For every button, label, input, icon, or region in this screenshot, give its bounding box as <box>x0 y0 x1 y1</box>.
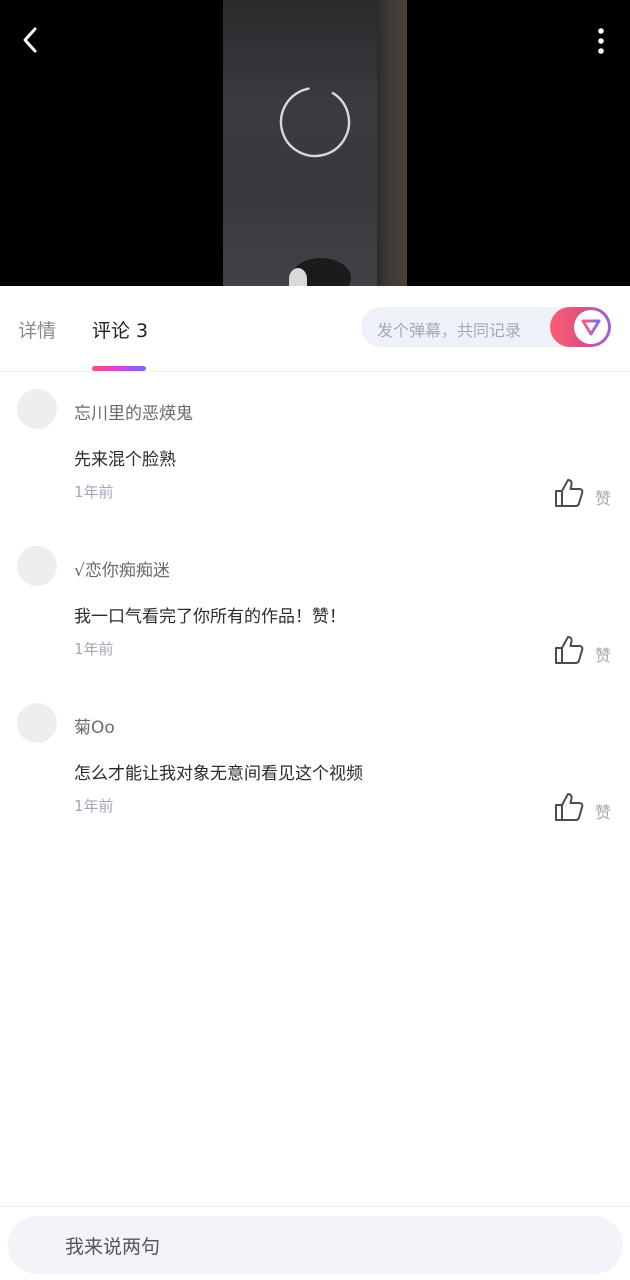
tab-bar: 详情 评论 3 发个弹幕，共同记录 <box>0 286 630 372</box>
comment-input-placeholder: 我来说两句 <box>65 1236 161 1258</box>
tab-detail[interactable]: 详情 <box>18 316 56 343</box>
thumbs-up-icon <box>555 793 584 821</box>
video-frame-edge <box>377 0 407 286</box>
like-label: 赞 <box>595 489 612 508</box>
danmaku-input[interactable]: 发个弹幕，共同记录 <box>361 307 611 347</box>
comment-item: 菊Oo 怎么才能让我对象无意间看见这个视频 1年前 赞 <box>0 703 630 853</box>
chevron-left-icon <box>23 27 37 53</box>
video-frame-highlight <box>289 268 307 286</box>
vertical-dots-icon <box>598 28 604 54</box>
comment-username[interactable]: √恋你痴痴迷 <box>74 556 170 581</box>
like-button[interactable]: 赞 <box>553 789 617 829</box>
danmaku-toggle[interactable] <box>550 307 611 347</box>
comment-time: 1年前 <box>74 797 114 815</box>
comment-username[interactable]: 菊Oo <box>74 713 115 738</box>
video-detail-page: 详情 评论 3 发个弹幕，共同记录 忘川里的恶煐鬼 先来混个脸熟 1年前 赞 √… <box>0 0 630 1280</box>
comment-text: 我一口气看完了你所有的作品！赞！ <box>74 607 346 627</box>
like-label: 赞 <box>595 646 612 665</box>
video-player[interactable] <box>0 0 630 286</box>
avatar[interactable] <box>17 703 57 743</box>
toggle-knob <box>574 310 608 344</box>
thumbs-up-icon <box>555 479 584 507</box>
tab-comments[interactable]: 评论 3 <box>92 316 148 343</box>
active-tab-indicator <box>92 366 146 371</box>
loading-spinner-icon <box>279 86 351 158</box>
comment-composer-bar: 我来说两句 <box>0 1206 630 1280</box>
comment-username[interactable]: 忘川里的恶煐鬼 <box>74 399 193 424</box>
comment-item: 忘川里的恶煐鬼先来混个脸熟 1年前 赞 <box>0 389 630 539</box>
like-button[interactable]: 赞 <box>553 475 617 515</box>
more-options-button[interactable] <box>588 24 614 58</box>
comment-time: 1年前 <box>74 640 114 658</box>
comment-text: 先来混个脸熟 <box>74 450 176 470</box>
comment-time: 1年前 <box>74 483 114 501</box>
back-button[interactable] <box>14 24 46 56</box>
avatar[interactable] <box>17 389 57 429</box>
comment-input[interactable]: 我来说两句 <box>8 1216 623 1274</box>
comment-item: √恋你痴痴迷我一口气看完了你所有的作品！赞！ 1年前 赞 <box>0 546 630 696</box>
danmaku-placeholder: 发个弹幕，共同记录 <box>377 321 522 340</box>
avatar[interactable] <box>17 546 57 586</box>
comment-text: 怎么才能让我对象无意间看见这个视频 <box>74 764 363 784</box>
thumbs-up-icon <box>555 636 584 664</box>
like-label: 赞 <box>595 803 612 822</box>
danmaku-logo-icon <box>581 319 601 336</box>
like-button[interactable]: 赞 <box>553 632 617 672</box>
